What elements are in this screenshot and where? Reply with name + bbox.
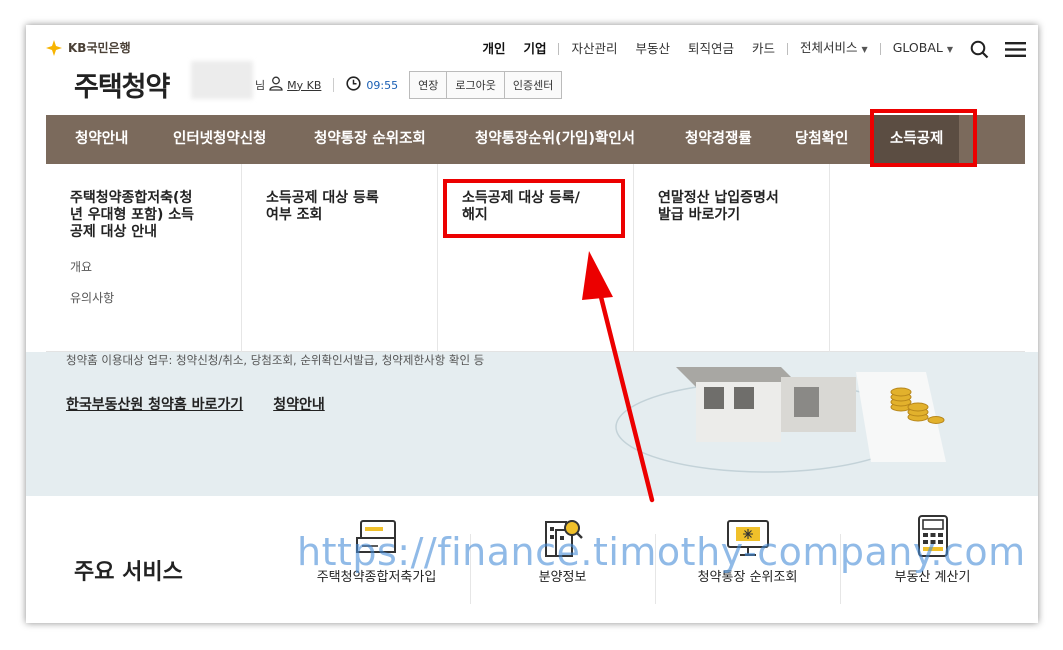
logo-text: KB국민은행 bbox=[68, 41, 131, 55]
top-utility-nav: 개인 기업 자산관리 부동산 퇴직연금 카드 전체서비스 ▼ GLOBAL ▼ bbox=[473, 37, 1026, 61]
submenu-column: 소득공제 대상 등록/ 해지 bbox=[438, 164, 634, 352]
nav-competition-rate[interactable]: 청약경쟁률 bbox=[685, 115, 752, 164]
submenu-overview-link[interactable]: 개요 bbox=[70, 258, 217, 275]
topnav-realestate[interactable]: 부동산 bbox=[626, 38, 679, 60]
nav-internet-application[interactable]: 인터넷청약신청 bbox=[173, 115, 266, 164]
service-label: 청약통장 순위조회 bbox=[697, 570, 798, 585]
topnav-business[interactable]: 기업 bbox=[514, 38, 555, 60]
hero-links: 한국부동산원 청약홈 바로가기 청약안내 bbox=[66, 394, 325, 414]
subscription-guide-link[interactable]: 청약안내 bbox=[273, 394, 325, 414]
page-title: 주택청약 bbox=[74, 72, 170, 103]
submenu-title-line: 소득공제 대상 등록 bbox=[266, 190, 379, 206]
service-savings-signup[interactable]: 주택청약종합저축가입 bbox=[284, 508, 469, 608]
main-navigation: 청약안내 인터넷청약신청 청약통장 순위조회 청약통장순위(가입)확인서 청약경… bbox=[46, 115, 1025, 164]
submenu-title-line: 발급 바로가기 bbox=[658, 207, 741, 223]
submenu-notes-link[interactable]: 유의사항 bbox=[70, 289, 217, 306]
nav-income-deduction[interactable]: 소득공제 bbox=[874, 115, 960, 164]
submenu-year-end-certificate[interactable]: 연말정산 납입증명서 발급 바로가기 bbox=[658, 190, 805, 224]
topnav-personal[interactable]: 개인 bbox=[473, 38, 514, 60]
submenu-column: 소득공제 대상 등록 여부 조회 bbox=[242, 164, 438, 352]
kb-logo[interactable]: KB국민은행 bbox=[44, 39, 131, 56]
service-presale-info[interactable]: 분양정보 bbox=[470, 508, 655, 608]
divider bbox=[879, 43, 881, 55]
services-title: 주요 서비스 bbox=[74, 560, 183, 585]
building-search-icon bbox=[470, 510, 655, 558]
submenu-registration-check[interactable]: 소득공제 대상 등록 여부 조회 bbox=[266, 190, 413, 224]
service-label: 분양정보 bbox=[538, 570, 587, 585]
submenu-title-line: 년 우대형 포함) 소득 bbox=[70, 207, 195, 223]
submenu-register-cancel[interactable]: 소득공제 대상 등록/ 해지 bbox=[462, 190, 609, 224]
submenu-column: 주택청약종합저축(청 년 우대형 포함) 소득 공제 대상 안내 개요 유의사항 bbox=[46, 164, 242, 352]
calculator-icon bbox=[840, 510, 1025, 558]
topnav-global[interactable]: GLOBAL ▼ bbox=[884, 37, 962, 61]
user-suffix: 님 bbox=[255, 79, 266, 92]
main-services: 주요 서비스 주택청약종합저축가입 분양정보 청약통장 순위조회 부동산 계산기 bbox=[26, 496, 1038, 623]
hero-description: 청약홈 이용대상 업무: 청약신청/취소, 당첨조회, 순위확인서발급, 청약제… bbox=[66, 353, 485, 367]
hero-banner: 청약홈 이용대상 업무: 청약신청/취소, 당첨조회, 순위확인서발급, 청약제… bbox=[26, 352, 1038, 496]
user-session-bar: 님 My KB 09:55 연장 로그아웃 인증센터 bbox=[255, 71, 563, 99]
submenu-column: 연말정산 납입증명서 발급 바로가기 bbox=[634, 164, 830, 352]
submenu-title-line: 소득공제 대상 등록/ bbox=[462, 190, 580, 206]
nav-rank-certificate[interactable]: 청약통장순위(가입)확인서 bbox=[475, 115, 635, 164]
search-icon[interactable] bbox=[970, 40, 989, 59]
topnav-all-services[interactable]: 전체서비스 ▼ bbox=[791, 37, 877, 61]
hamburger-menu-icon[interactable] bbox=[1005, 41, 1026, 58]
cheongyak-home-link[interactable]: 한국부동산원 청약홈 바로가기 bbox=[66, 394, 243, 414]
submenu-title-line: 해지 bbox=[462, 207, 488, 223]
divider bbox=[333, 78, 335, 92]
topnav-card[interactable]: 카드 bbox=[743, 38, 784, 60]
income-deduction-submenu: 주택청약종합저축(청 년 우대형 포함) 소득 공제 대상 안내 개요 유의사항… bbox=[46, 164, 1025, 352]
nav-winning-check[interactable]: 당첨확인 bbox=[795, 115, 848, 164]
browser-viewport: KB국민은행 개인 기업 자산관리 부동산 퇴직연금 카드 전체서비스 ▼ GLO… bbox=[26, 25, 1038, 623]
service-account-rank[interactable]: 청약통장 순위조회 bbox=[655, 508, 840, 608]
all-services-label: 전체서비스 bbox=[800, 40, 858, 55]
service-label: 주택청약종합저축가입 bbox=[316, 570, 437, 585]
submenu-title-line: 주택청약종합저축(청 bbox=[70, 190, 193, 206]
submenu-title-line: 연말정산 납입증명서 bbox=[658, 190, 779, 206]
topnav-pension[interactable]: 퇴직연금 bbox=[679, 38, 743, 60]
divider bbox=[787, 43, 789, 55]
kb-star-icon bbox=[46, 39, 62, 56]
extend-session-button[interactable]: 연장 bbox=[410, 72, 448, 98]
nav-account-rank[interactable]: 청약통장 순위조회 bbox=[314, 115, 426, 164]
submenu-title-line: 여부 조회 bbox=[266, 207, 323, 223]
redacted-username bbox=[191, 61, 253, 99]
session-timer: 09:55 bbox=[366, 78, 399, 92]
topnav-asset[interactable]: 자산관리 bbox=[562, 38, 626, 60]
divider bbox=[558, 43, 560, 55]
service-realestate-calculator[interactable]: 부동산 계산기 bbox=[840, 508, 1025, 608]
submenu-deduction-guide[interactable]: 주택청약종합저축(청 년 우대형 포함) 소득 공제 대상 안내 bbox=[70, 190, 217, 241]
service-label: 부동산 계산기 bbox=[894, 570, 971, 585]
house-coins-illustration bbox=[615, 367, 946, 473]
monitor-rank-icon bbox=[655, 510, 840, 558]
person-icon bbox=[269, 76, 283, 94]
caret-down-icon: ▼ bbox=[946, 45, 953, 54]
caret-down-icon: ▼ bbox=[861, 45, 868, 54]
cert-center-button[interactable]: 인증센터 bbox=[504, 72, 562, 98]
my-kb-link[interactable]: My KB bbox=[287, 79, 321, 92]
logout-button[interactable]: 로그아웃 bbox=[447, 72, 505, 98]
session-button-group: 연장 로그아웃 인증센터 bbox=[409, 71, 563, 99]
card-signup-icon bbox=[284, 510, 469, 558]
nav-subscription-guide[interactable]: 청약안내 bbox=[75, 115, 128, 164]
submenu-title-line: 공제 대상 안내 bbox=[70, 224, 158, 240]
clock-icon bbox=[346, 76, 361, 94]
global-label: GLOBAL bbox=[892, 40, 943, 55]
